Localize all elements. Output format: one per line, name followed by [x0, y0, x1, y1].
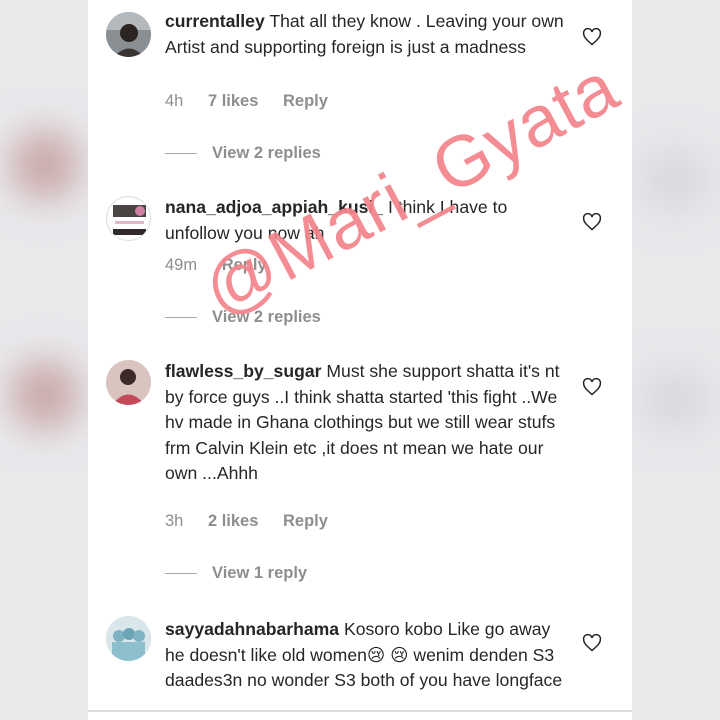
avatar[interactable]: [106, 616, 151, 661]
heart-icon[interactable]: [582, 212, 602, 232]
avatar-image: [106, 360, 151, 405]
reply-button[interactable]: Reply: [283, 92, 328, 110]
comment-time: 3h: [165, 512, 184, 530]
comment-username[interactable]: sayyadahnabarhama: [165, 619, 339, 639]
view-replies-label: View 2 replies: [212, 144, 321, 162]
divider: [165, 573, 197, 574]
view-replies-button[interactable]: View 1 reply: [165, 564, 307, 583]
avatar-image: [107, 197, 150, 240]
divider: [165, 153, 197, 154]
comment-meta: 3h 2 likes Reply: [165, 512, 348, 531]
avatar-image: [106, 12, 151, 57]
comment-username[interactable]: flawless_by_sugar: [165, 361, 321, 381]
heart-icon[interactable]: [582, 27, 602, 47]
background-blur: [10, 130, 80, 200]
comment-text-block: sayyadahnabarhama Kosoro kobo Like go aw…: [165, 617, 565, 694]
reply-button[interactable]: Reply: [283, 512, 328, 530]
heart-icon[interactable]: [582, 633, 602, 653]
heart-icon[interactable]: [582, 377, 602, 397]
background-blur: [10, 360, 80, 430]
view-replies-label: View 1 reply: [212, 564, 308, 582]
avatar[interactable]: [106, 360, 151, 405]
likes-count[interactable]: 7 likes: [208, 92, 258, 110]
view-replies-button[interactable]: View 2 replies: [165, 144, 321, 163]
comment-time: 4h: [165, 92, 184, 110]
likes-count[interactable]: 2 likes: [208, 512, 258, 530]
divider: [88, 710, 632, 712]
avatar[interactable]: [106, 196, 151, 241]
comment-text-block: currentalley That all they know . Leavin…: [165, 9, 565, 60]
comment-text-block: flawless_by_sugar Must she support shatt…: [165, 359, 565, 487]
background-blur: [640, 370, 710, 430]
avatar[interactable]: [106, 12, 151, 57]
background-blur: [640, 150, 710, 210]
avatar-image: [106, 616, 151, 661]
divider: [165, 317, 197, 318]
comment-meta: 4h 7 likes Reply: [165, 92, 348, 111]
comment-username[interactable]: currentalley: [165, 11, 265, 31]
